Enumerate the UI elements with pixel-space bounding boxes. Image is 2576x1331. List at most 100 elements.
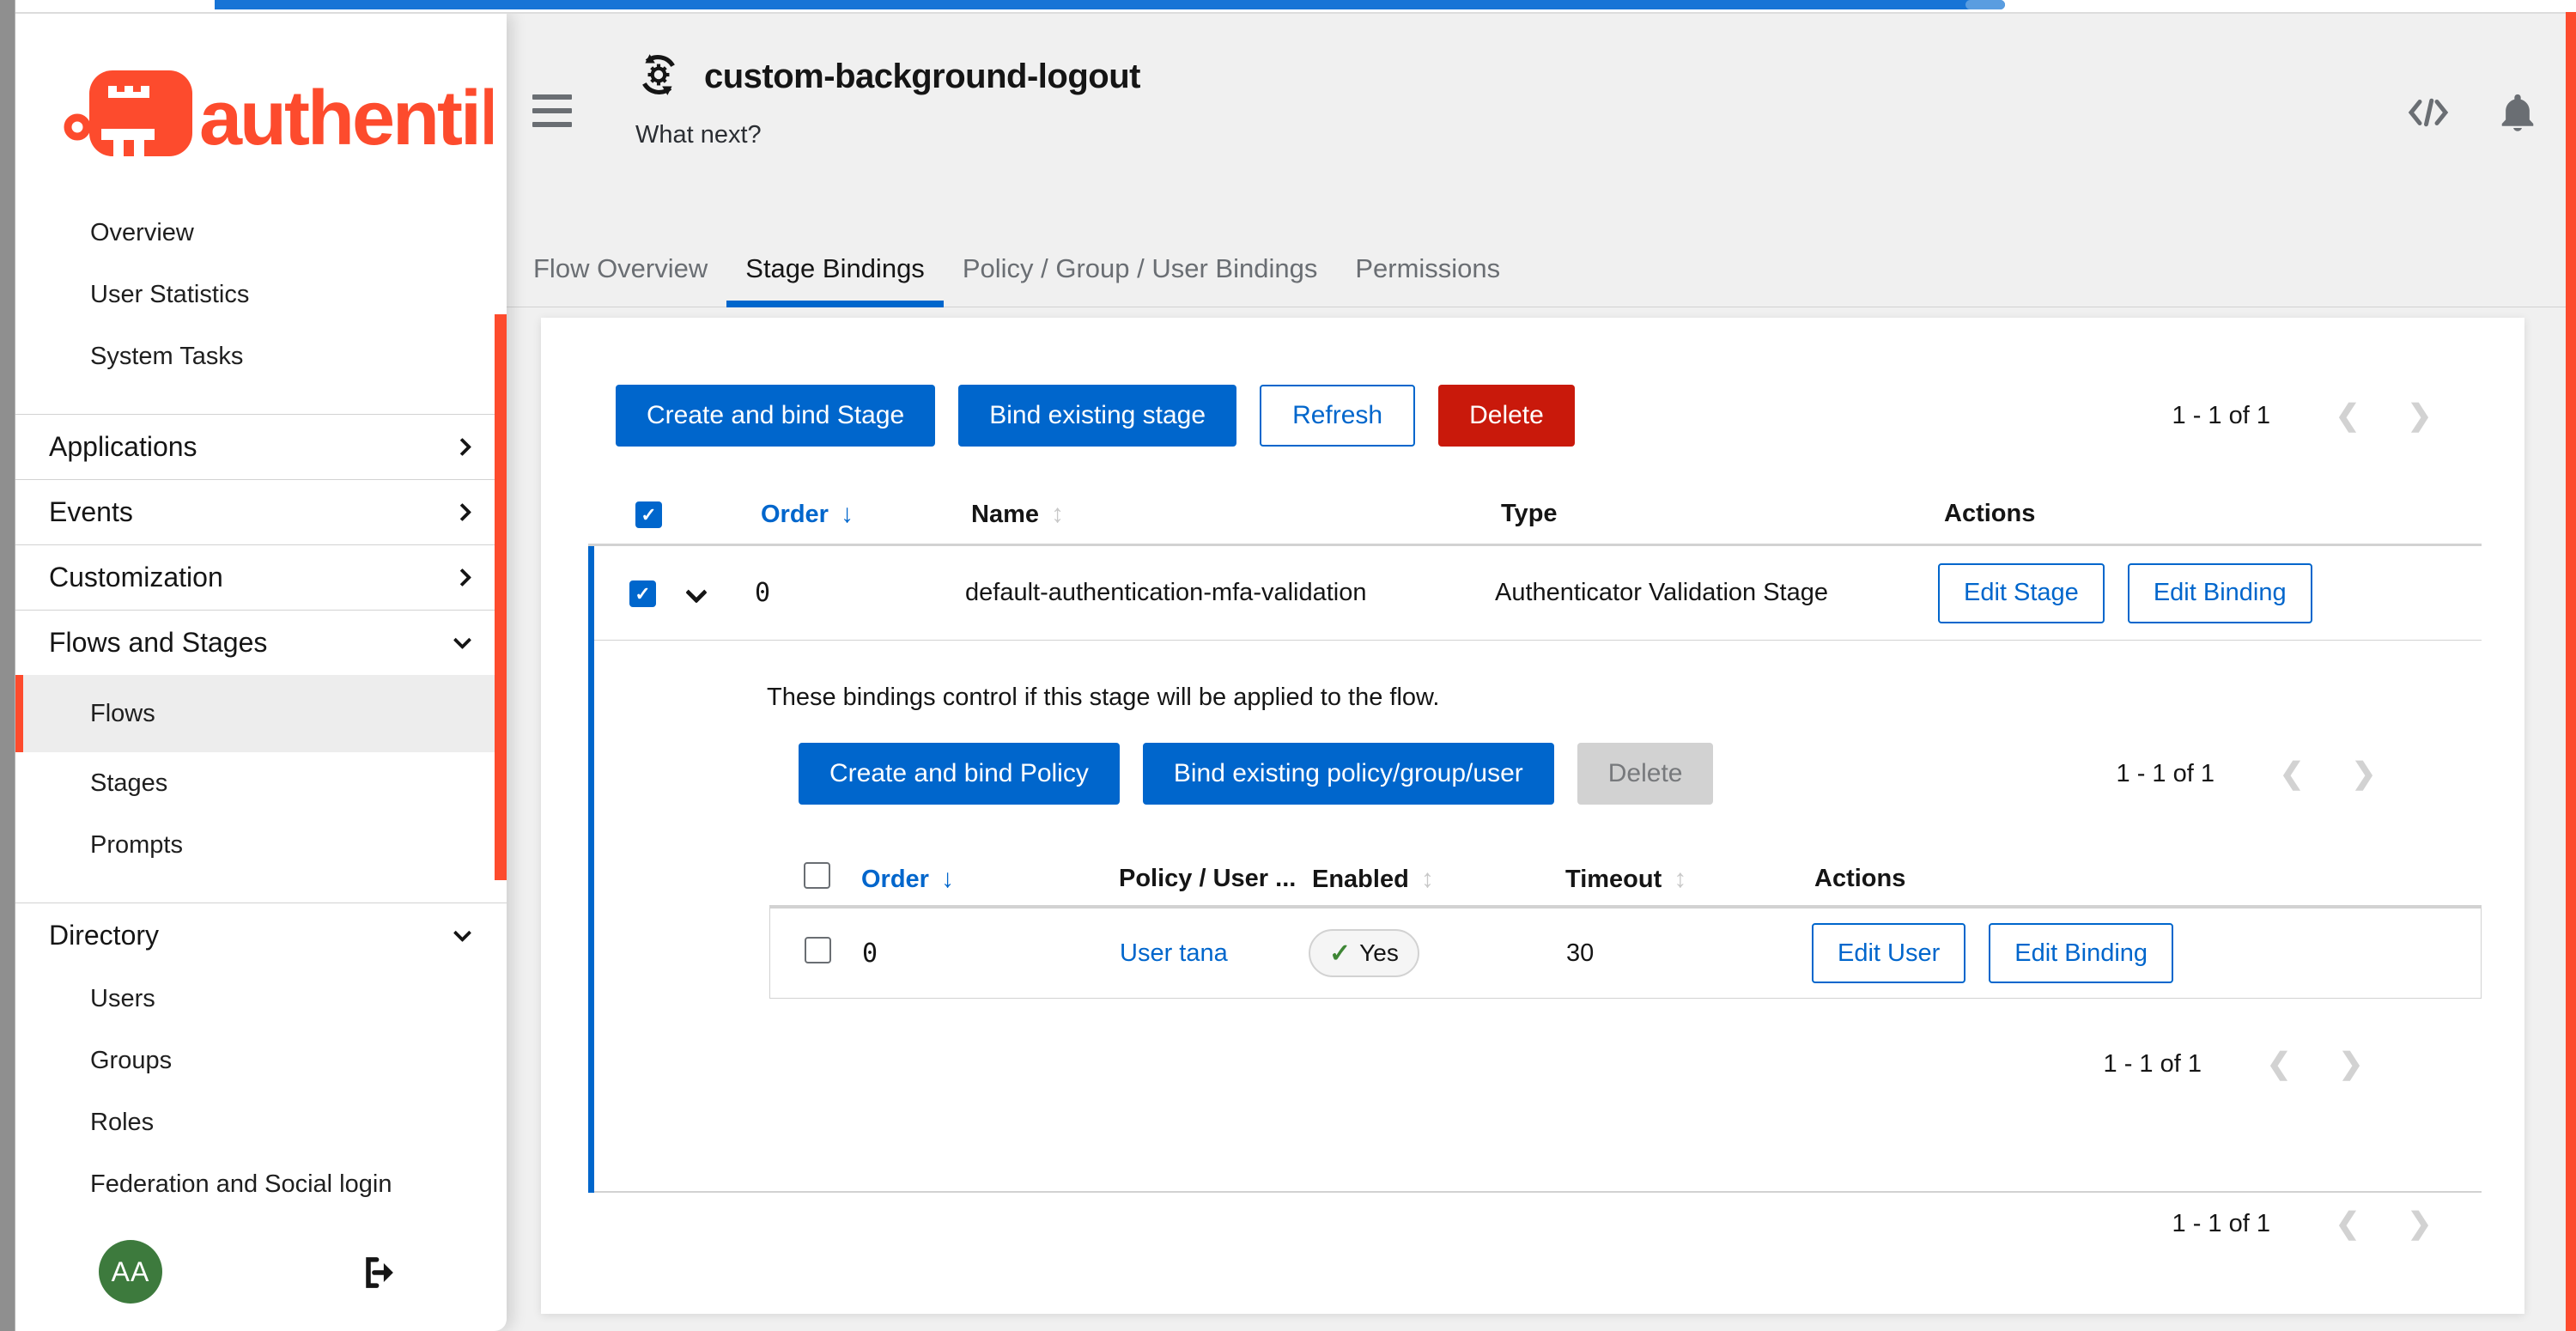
stage-table-header: ✓ Order↓ Name↕ Type Actions <box>588 484 2482 546</box>
expanded-row-wrap: ✓ 0 default-authentication-mfa-validatio… <box>588 546 2482 1193</box>
pagination-next-icon[interactable]: ❯ <box>2384 1206 2456 1241</box>
column-actions: Actions <box>1814 865 1905 892</box>
select-all-checkbox[interactable] <box>804 862 830 889</box>
policy-table-header: Order ↓ Policy / User ... Enabled ↕ Timeou… <box>769 853 2482 908</box>
api-drawer-icon[interactable] <box>2406 93 2451 134</box>
authentik-logo-image: authentik <box>64 64 493 163</box>
policy-delete-button[interactable]: Delete <box>1577 743 1714 805</box>
pagination-prev-icon[interactable]: ❮ <box>2312 398 2384 433</box>
tab-stage-bindings[interactable]: Stage Bindings <box>726 230 944 307</box>
create-and-bind-stage-button[interactable]: Create and bind Stage <box>616 385 935 447</box>
sidebar-nav: Overview User Statistics System Tasks Ap… <box>15 202 507 1215</box>
accent-scrollbar-right[interactable] <box>2566 12 2576 1331</box>
logout-icon[interactable] <box>359 1254 397 1291</box>
stage-table: ✓ Order ↓ Name ↕ Type Actions <box>588 484 2482 1193</box>
sidebar-item-flows[interactable]: Flows <box>15 675 507 752</box>
pagination-label: 1 - 1 of 1 <box>2172 402 2270 430</box>
refresh-button[interactable]: Refresh <box>1260 385 1415 447</box>
pagination-prev-icon[interactable]: ❮ <box>2312 1206 2384 1241</box>
edit-binding-button[interactable]: Edit Binding <box>1989 923 2173 983</box>
pagination-label: 1 - 1 of 1 <box>2172 1210 2270 1238</box>
column-enabled[interactable]: Enabled <box>1312 866 1409 893</box>
column-policy-user: Policy / User ... <box>1119 865 1296 892</box>
edit-stage-button[interactable]: Edit Stage <box>1938 563 2105 623</box>
screen: authentik Overview User Statistics Syste… <box>0 0 2576 1331</box>
policy-bindings-panel: These bindings control if this stage wil… <box>594 641 2482 1193</box>
sidebar-group-label: Flows and Stages <box>49 627 267 659</box>
sidebar-group-events[interactable]: Events <box>15 479 507 544</box>
sort-icon[interactable]: ↕ <box>1051 500 1064 528</box>
brand-wordmark: authentik <box>199 76 493 161</box>
chevron-down-icon <box>453 631 471 649</box>
check-icon: ✓ <box>1329 939 1351 969</box>
header-icons <box>2406 93 2540 134</box>
sidebar-item-system-tasks[interactable]: System Tasks <box>15 325 507 387</box>
sidebar-item-prompts[interactable]: Prompts <box>15 814 507 876</box>
chevron-right-icon <box>453 438 471 456</box>
chevron-down-icon <box>453 924 471 942</box>
sidebar-item-roles[interactable]: Roles <box>15 1091 507 1153</box>
sidebar-item-stages[interactable]: Stages <box>15 752 507 814</box>
page-load-progress-bar <box>215 0 2005 9</box>
pagination-label: 1 - 1 of 1 <box>2104 1050 2202 1079</box>
sidebar-group-customization[interactable]: Customization <box>15 544 507 610</box>
pagination-prev-icon[interactable]: ❮ <box>2256 757 2328 791</box>
sidebar-item-user-statistics[interactable]: User Statistics <box>15 264 507 325</box>
page-subtitle: What next? <box>635 121 1140 149</box>
pagination-next-icon[interactable]: ❯ <box>2315 1047 2387 1081</box>
sidebar-group-label: Events <box>49 496 133 528</box>
page-header: custom-background-logout What next? <box>635 52 1140 149</box>
sidebar-item-users[interactable]: Users <box>15 968 507 1030</box>
sidebar-group-directory[interactable]: Directory <box>15 903 507 968</box>
sidebar: authentik Overview User Statistics Syste… <box>15 14 507 1331</box>
column-type: Type <box>1501 500 1558 527</box>
row-select-checkbox[interactable]: ✓ <box>629 580 656 607</box>
sidebar-item-federation-and-social-login[interactable]: Federation and Social login <box>15 1153 507 1215</box>
page-title: custom-background-logout <box>704 58 1140 96</box>
row-expand-chevron-icon[interactable] <box>689 585 704 603</box>
tab-policy-group-user-bindings[interactable]: Policy / Group / User Bindings <box>944 230 1337 307</box>
sort-desc-icon[interactable]: ↓ <box>941 865 954 893</box>
bindings-description: These bindings control if this stage wil… <box>767 684 2482 712</box>
bind-existing-policy-button[interactable]: Bind existing policy/group/user <box>1143 743 1554 805</box>
stage-pagination: 1 - 1 of 1 ❮ ❯ <box>2172 398 2456 433</box>
sort-icon[interactable]: ↕ <box>1421 865 1434 893</box>
notifications-bell-icon[interactable] <box>2495 93 2540 134</box>
edit-user-button[interactable]: Edit User <box>1812 923 1965 983</box>
sidebar-item-groups[interactable]: Groups <box>15 1030 507 1091</box>
column-timeout[interactable]: Timeout <box>1565 866 1662 893</box>
pagination-next-icon[interactable]: ❯ <box>2384 398 2456 433</box>
sidebar-group-applications[interactable]: Applications <box>15 414 507 479</box>
select-all-checkbox[interactable]: ✓ <box>635 501 662 528</box>
pagination-next-icon[interactable]: ❯ <box>2328 757 2400 791</box>
bound-user-link[interactable]: User tana <box>1120 939 1228 967</box>
edit-binding-button[interactable]: Edit Binding <box>2128 563 2312 623</box>
sidebar-divider <box>15 387 507 414</box>
sidebar-group-label: Directory <box>49 920 159 951</box>
sort-icon[interactable]: ↕ <box>1674 865 1686 893</box>
tab-flow-overview[interactable]: Flow Overview <box>514 230 726 307</box>
sidebar-divider <box>15 876 507 903</box>
menu-icon[interactable] <box>532 94 572 127</box>
authentik-logo[interactable]: authentik <box>64 64 493 163</box>
column-name[interactable]: Name <box>971 501 1039 528</box>
sort-desc-icon[interactable]: ↓ <box>841 500 854 528</box>
sidebar-item-overview[interactable]: Overview <box>15 202 507 264</box>
create-and-bind-policy-button[interactable]: Create and bind Policy <box>799 743 1120 805</box>
policy-footer-pagination: 1 - 1 of 1 ❮ ❯ <box>594 1047 2387 1081</box>
tab-permissions[interactable]: Permissions <box>1336 230 1519 307</box>
pagination-label: 1 - 1 of 1 <box>2117 760 2215 788</box>
sidebar-group-label: Customization <box>49 562 223 593</box>
row-select-checkbox[interactable] <box>805 937 831 963</box>
chevron-right-icon <box>453 503 471 521</box>
sidebar-scrollbar-thumb[interactable] <box>495 314 507 880</box>
bind-existing-stage-button[interactable]: Bind existing stage <box>958 385 1236 447</box>
sidebar-group-flows-and-stages[interactable]: Flows and Stages <box>15 610 507 675</box>
delete-button[interactable]: Delete <box>1438 385 1575 447</box>
browser-edge <box>0 0 2576 14</box>
avatar[interactable]: AA <box>99 1240 162 1304</box>
pagination-prev-icon[interactable]: ❮ <box>2243 1047 2315 1081</box>
binding-order-value: 0 <box>851 939 1109 969</box>
column-order[interactable]: Order <box>761 501 829 528</box>
column-order[interactable]: Order <box>861 866 929 893</box>
